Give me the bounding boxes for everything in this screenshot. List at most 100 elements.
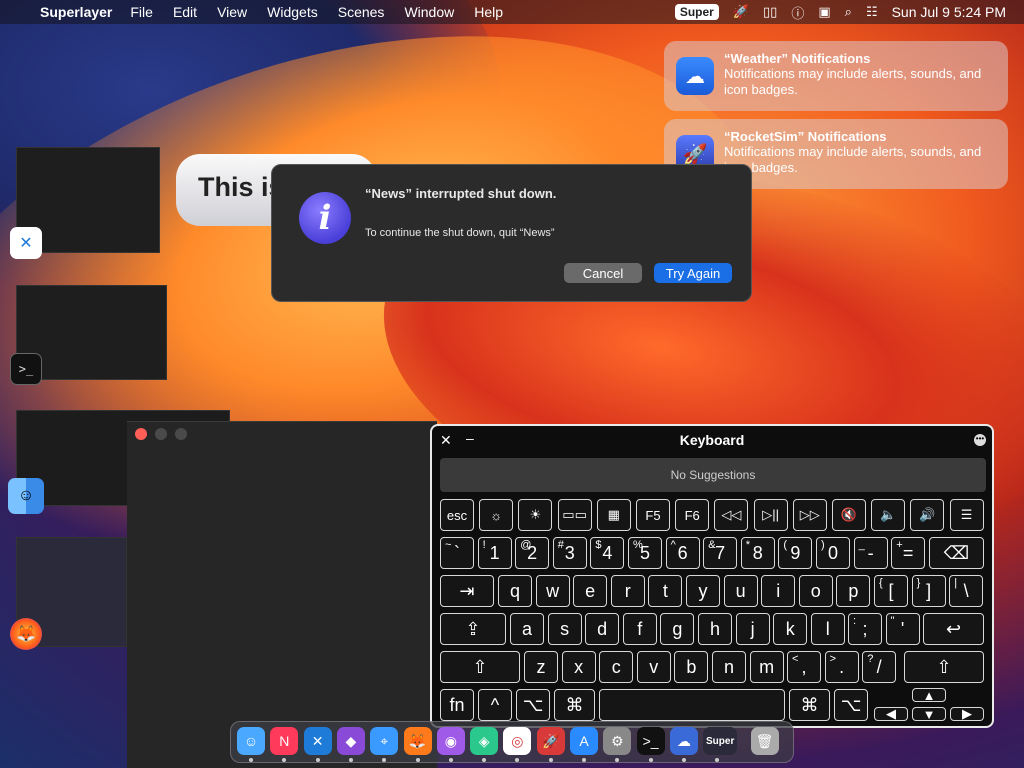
key-fn-7[interactable]: ◁◁ [714, 499, 749, 531]
key-fn-1[interactable]: ☼ [479, 499, 514, 531]
left-shift-key[interactable]: ⇧ [440, 651, 520, 683]
delete-key[interactable]: ⌫ [929, 537, 984, 569]
menu-edit[interactable]: Edit [173, 4, 197, 20]
info-circle-icon[interactable]: ⓘ [791, 3, 804, 22]
return-key[interactable]: ↩ [923, 613, 984, 645]
key-11[interactable]: _ - [853, 537, 888, 569]
key-a[interactable]: a [510, 613, 544, 645]
key-extra2-1[interactable]: " ' [885, 613, 920, 645]
key-p[interactable]: p [836, 575, 871, 607]
right-option-key[interactable]: ⌥ [834, 689, 868, 721]
key-fn-10[interactable]: 🔇 [832, 499, 866, 531]
key-fn-0[interactable]: esc [440, 499, 474, 531]
arrow-right-key[interactable]: ▶ [950, 706, 984, 721]
key-fn-12[interactable]: 🔊 [910, 499, 945, 531]
rocketsim-icon[interactable]: 🚀 [536, 727, 565, 755]
key-n[interactable]: n [712, 651, 746, 683]
key-extra-0[interactable]: {[ [874, 575, 908, 607]
menu-file[interactable]: File [130, 4, 153, 20]
news-icon[interactable]: N [270, 727, 299, 755]
key-extra2-0[interactable]: :; [848, 613, 882, 645]
fn-key[interactable]: fn [440, 689, 474, 721]
key-fn-4[interactable]: ▦ [596, 499, 631, 531]
control-key[interactable]: ^ [478, 689, 512, 721]
key-fn-11[interactable]: 🔈 [871, 499, 906, 531]
arrow-up-key[interactable]: ▲ [912, 688, 946, 703]
menu-help[interactable]: Help [474, 4, 503, 20]
arrow-left-key[interactable]: ◀ [874, 706, 908, 721]
key-fn-2[interactable]: ☀ [518, 499, 553, 531]
trash-icon[interactable]: 🗑 [750, 727, 779, 755]
key-extra3-0[interactable]: <, [787, 651, 821, 683]
menu-scenes[interactable]: Scenes [338, 4, 385, 20]
finder-icon[interactable]: ☺ [8, 478, 44, 514]
system-settings-icon[interactable]: ⚙ [603, 727, 632, 755]
key-extra-2[interactable]: | \ [949, 575, 984, 607]
key-8[interactable]: * 8 [740, 537, 775, 569]
right-command-key[interactable]: ⌘ [789, 689, 830, 721]
key-d[interactable]: d [585, 613, 620, 645]
key-q[interactable]: q [498, 575, 532, 607]
key-4[interactable]: $4 [590, 537, 625, 569]
firefox-icon[interactable]: 🦊 [10, 618, 42, 650]
left-command-key[interactable]: ⌘ [554, 689, 595, 721]
try-again-button[interactable]: Try Again [654, 263, 732, 283]
chrome-icon[interactable]: ◎ [503, 727, 532, 755]
key-extra3-2[interactable]: ? / [862, 651, 897, 683]
key-fn-5[interactable]: F5 [636, 499, 670, 531]
key-s[interactable]: s [547, 613, 582, 645]
key-b[interactable]: b [674, 651, 709, 683]
right-shift-key[interactable]: ⇧ [904, 651, 984, 683]
key-10[interactable]: ) 0 [816, 537, 850, 569]
control-center-icon[interactable]: ☷ [866, 4, 878, 20]
visual-studio-icon[interactable]: ◆ [336, 727, 365, 755]
key-fn-13[interactable]: ☰ [949, 499, 984, 531]
terminal-icon[interactable]: >_ [10, 353, 42, 385]
key-j[interactable]: j [735, 613, 770, 645]
sourcetree-icon[interactable]: ◈ [470, 727, 499, 755]
rocket-icon[interactable]: 🚀 [733, 4, 749, 20]
key-fn-9[interactable]: ▷▷ [792, 499, 827, 531]
key-3[interactable]: #3 [552, 537, 587, 569]
close-window-button[interactable] [135, 428, 147, 440]
space-key[interactable] [599, 689, 785, 721]
key-m[interactable]: m [749, 651, 784, 683]
key-12[interactable]: + = [891, 537, 926, 569]
terminal-icon[interactable]: >_ [636, 727, 665, 755]
sidebar-icon[interactable]: ▯▯ [763, 4, 777, 20]
podcasts-icon[interactable]: ◉ [436, 727, 465, 755]
key-t[interactable]: t [648, 575, 683, 607]
key-extra3-1[interactable]: >. [824, 651, 859, 683]
vscode-icon[interactable]: ✕ [303, 727, 332, 755]
weather-icon[interactable]: ☁ [669, 727, 698, 755]
key-v[interactable]: v [636, 651, 671, 683]
key-e[interactable]: e [573, 575, 608, 607]
menu-view[interactable]: View [217, 4, 247, 20]
key-u[interactable]: u [723, 575, 758, 607]
super-badge[interactable]: Super [674, 4, 719, 20]
key-h[interactable]: h [698, 613, 732, 645]
windows-icon[interactable]: ▣ [818, 4, 830, 20]
search-icon[interactable]: ⌕ [845, 4, 852, 20]
tab-key[interactable]: ⇥ [440, 575, 494, 607]
key-c[interactable]: c [599, 651, 634, 683]
menu-window[interactable]: Window [404, 4, 454, 20]
key-2[interactable]: @2 [515, 537, 550, 569]
more-icon[interactable]: ••• [974, 434, 986, 446]
key-1[interactable]: ! 1 [477, 537, 512, 569]
key-g[interactable]: g [660, 613, 695, 645]
key-z[interactable]: z [524, 651, 558, 683]
firefox-icon[interactable]: 🦊 [403, 727, 432, 755]
key-y[interactable]: y [686, 575, 720, 607]
key-k[interactable]: k [773, 613, 808, 645]
caps-lock-key[interactable]: ⇪ [440, 613, 506, 645]
key-f[interactable]: f [622, 613, 657, 645]
key-extra-1[interactable]: }] [911, 575, 946, 607]
menu-widgets[interactable]: Widgets [267, 4, 318, 20]
app-store-icon[interactable]: A [570, 727, 598, 755]
minimize-window-button[interactable] [155, 428, 167, 440]
weather-notification[interactable]: ☁ “Weather” Notifications Notifications … [664, 41, 1008, 111]
menu-app-name[interactable]: Superlayer [40, 4, 112, 20]
key-5[interactable]: % 5 [628, 537, 662, 569]
key-9[interactable]: (9 [778, 537, 813, 569]
